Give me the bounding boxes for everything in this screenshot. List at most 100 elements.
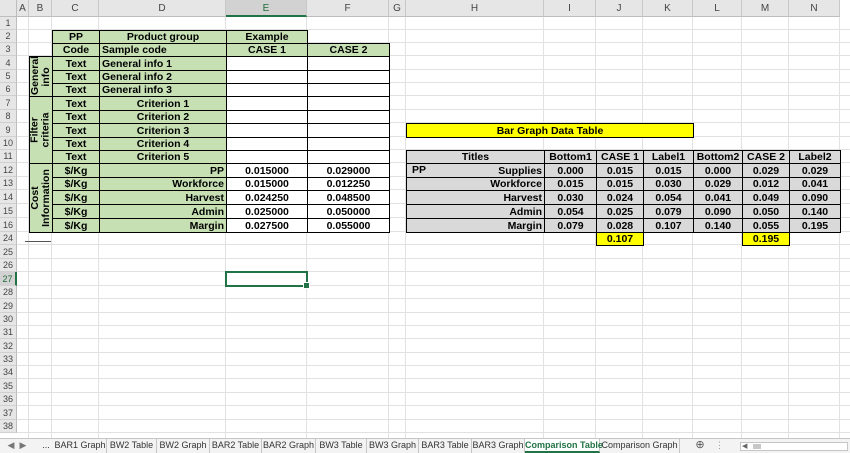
right-header-1[interactable]: Bottom1 [544, 150, 597, 164]
left-cell-case1[interactable] [226, 110, 308, 124]
tab-splitter-handle[interactable]: ⋮ [715, 439, 724, 453]
left-cell-code[interactable]: $/Kg [52, 218, 100, 233]
right-header-3[interactable]: Label1 [643, 150, 694, 164]
right-cell-l1[interactable]: 0.030 [643, 177, 694, 191]
prev-sheet-icon[interactable]: ◀ [6, 439, 16, 453]
right-cell-b1[interactable]: 0.000 [544, 163, 597, 178]
left-cell-case2[interactable]: 0.012250 [307, 177, 390, 191]
select-all-corner[interactable] [0, 0, 17, 17]
right-cell-l1[interactable]: 0.054 [643, 190, 694, 205]
right-cell-b2[interactable]: 0.140 [693, 218, 743, 233]
left-cell-case2[interactable]: 0.029000 [307, 163, 390, 178]
right-cell-c2[interactable]: 0.029 [742, 163, 790, 178]
left-cell-label[interactable]: General info 3 [99, 83, 227, 97]
left-cell-code[interactable]: Text [52, 70, 100, 84]
left-cell-case1[interactable] [226, 70, 308, 84]
row-header-6[interactable]: 6 [0, 83, 17, 96]
col-header-I[interactable]: I [544, 0, 596, 17]
left-cell-code[interactable]: $/Kg [52, 204, 100, 219]
row-header-1[interactable]: 1 [0, 17, 17, 30]
right-cell-b2[interactable]: 0.029 [693, 177, 743, 191]
row-header-12[interactable]: 12 [0, 163, 17, 177]
header-case1[interactable]: CASE 1 [226, 43, 308, 57]
left-cell-label[interactable]: General info 2 [99, 70, 227, 84]
header-example[interactable]: Example [226, 30, 308, 44]
sheet-tab[interactable]: Comparison Graph [600, 439, 680, 453]
left-cell-case2[interactable]: 0.048500 [307, 190, 390, 205]
col-header-M[interactable]: M [742, 0, 789, 17]
spreadsheet-grid[interactable]: ABCDEFGHIJKLMN 1 2 3 4 5 6 7 8 9 10 11 12 13 14 15 16 24… [0, 0, 850, 438]
left-cell-case1[interactable] [226, 150, 308, 164]
right-cell-b1[interactable]: 0.079 [544, 218, 597, 233]
right-cell-c1[interactable]: 0.025 [596, 204, 644, 219]
left-cell-code[interactable]: $/Kg [52, 177, 100, 191]
left-cell-code[interactable]: Text [52, 96, 100, 111]
header-product-group[interactable]: Product group [99, 30, 227, 44]
left-cell-case2[interactable] [307, 110, 390, 124]
right-cell-l2[interactable]: 0.041 [789, 177, 841, 191]
right-cell-title[interactable]: Supplies [406, 163, 545, 178]
left-cell-code[interactable]: Text [52, 83, 100, 97]
row-header-8[interactable]: 8 [0, 110, 17, 123]
left-cell-case2[interactable] [307, 56, 390, 71]
left-cell-case2[interactable] [307, 150, 390, 164]
right-cell-c1[interactable]: 0.015 [596, 177, 644, 191]
left-cell-label[interactable]: PP [99, 163, 227, 178]
header-sample-code[interactable]: Sample code [99, 43, 227, 57]
more-sheets-button[interactable]: ... [38, 439, 54, 453]
right-header-4[interactable]: Bottom2 [693, 150, 743, 164]
right-header-6[interactable]: Label2 [789, 150, 841, 164]
left-cell-case2[interactable] [307, 83, 390, 97]
col-header-A[interactable]: A [17, 0, 29, 17]
left-cell-code[interactable]: $/Kg [52, 163, 100, 178]
left-cell-case1[interactable]: 0.027500 [226, 218, 308, 233]
row-header-38[interactable]: 38 [0, 420, 17, 433]
sheet-tab[interactable]: BW3 Graph [367, 439, 419, 453]
right-cell-l1[interactable]: 0.079 [643, 204, 694, 219]
col-header-F[interactable]: F [307, 0, 389, 17]
left-cell-case1[interactable] [226, 123, 308, 138]
scrollbar-thumb[interactable] [753, 444, 761, 449]
row-header-32[interactable]: 32 [0, 339, 17, 353]
row-header-16[interactable]: 16 [0, 218, 17, 232]
right-cell-c1[interactable]: 0.028 [596, 218, 644, 233]
row-header-3[interactable]: 3 [0, 43, 17, 56]
right-cell-b2[interactable]: 0.041 [693, 190, 743, 205]
left-cell-case1[interactable] [226, 96, 308, 111]
left-cell-code[interactable]: $/Kg [52, 190, 100, 205]
left-cell-case1[interactable]: 0.015000 [226, 163, 308, 178]
row-header-36[interactable]: 36 [0, 393, 17, 406]
row-header-35[interactable]: 35 [0, 379, 17, 393]
header-pp[interactable]: PP [52, 30, 100, 44]
left-cell-label[interactable]: Workforce [99, 177, 227, 191]
row-header-7[interactable]: 7 [0, 96, 17, 110]
col-header-E[interactable]: E [226, 0, 307, 17]
right-cell-b1[interactable]: 0.030 [544, 190, 597, 205]
left-cell-code[interactable]: Text [52, 110, 100, 124]
left-cell-label[interactable]: Margin [99, 218, 227, 233]
add-sheet-icon[interactable]: ⊕ [693, 439, 707, 453]
row-header-33[interactable]: 33 [0, 353, 17, 366]
row-header-4[interactable]: 4 [0, 56, 17, 70]
left-cell-case1[interactable] [226, 56, 308, 71]
right-cell-l2[interactable]: 0.029 [789, 163, 841, 178]
header-case2[interactable]: CASE 2 [307, 43, 390, 57]
right-cell-c1[interactable]: 0.015 [596, 163, 644, 178]
right-cell-c2[interactable]: 0.055 [742, 218, 790, 233]
bar-graph-title[interactable]: Bar Graph Data Table [406, 123, 694, 138]
sheet-tab[interactable]: BAR2 Table [210, 439, 262, 453]
left-cell-case1[interactable] [226, 83, 308, 97]
total-case1[interactable]: 0.107 [596, 232, 644, 246]
right-cell-b1[interactable]: 0.054 [544, 204, 597, 219]
right-cell-c2[interactable]: 0.050 [742, 204, 790, 219]
left-cell-code[interactable]: Text [52, 123, 100, 138]
row-header-30[interactable]: 30 [0, 313, 17, 326]
right-cell-l1[interactable]: 0.107 [643, 218, 694, 233]
col-header-L[interactable]: L [693, 0, 742, 17]
left-cell-label[interactable]: Criterion 5 [99, 150, 227, 164]
row-header-9[interactable]: 9 [0, 123, 17, 137]
right-cell-l1[interactable]: 0.015 [643, 163, 694, 178]
row-header-2[interactable]: 2 [0, 30, 17, 43]
sheet-tab[interactable]: BW2 Graph [157, 439, 210, 453]
left-cell-case2[interactable] [307, 70, 390, 84]
